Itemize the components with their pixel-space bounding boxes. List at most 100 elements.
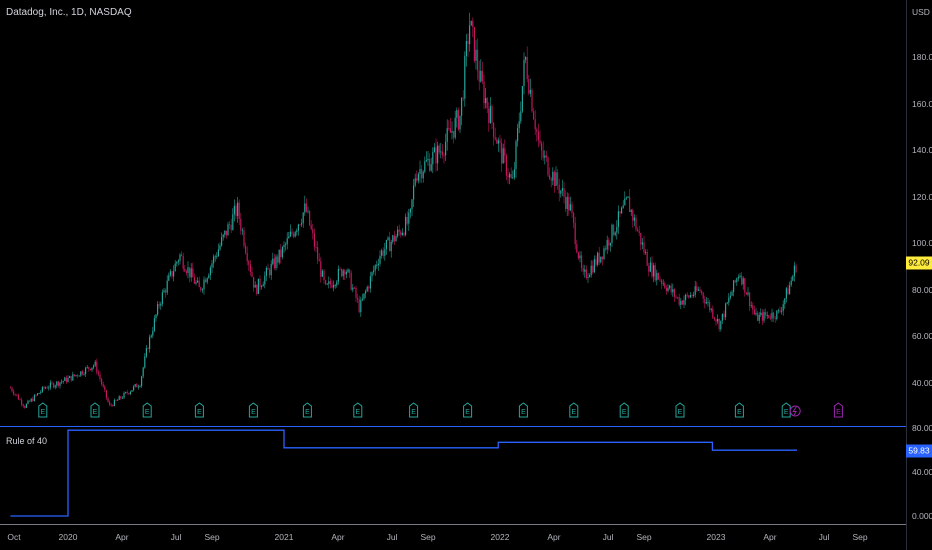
candle <box>795 265 797 273</box>
candle <box>632 210 634 221</box>
candle <box>131 390 133 392</box>
candle <box>144 356 146 368</box>
candle <box>461 97 463 116</box>
candle <box>462 97 464 99</box>
candle <box>729 295 731 298</box>
candle <box>593 259 595 273</box>
candle <box>537 131 539 141</box>
candle <box>275 256 277 269</box>
candle <box>61 381 63 383</box>
candle <box>86 367 88 368</box>
candle <box>438 145 440 153</box>
candle <box>669 285 671 288</box>
candle <box>53 383 55 388</box>
candle <box>253 276 255 288</box>
candle <box>41 386 43 392</box>
candle <box>558 184 560 194</box>
price-axis-tick: 80.00 <box>912 284 932 295</box>
candle <box>83 374 85 375</box>
price-chart[interactable]: EEEEEEEEEEEEEEEE <box>0 0 906 524</box>
candle <box>320 261 322 277</box>
candle <box>360 300 362 313</box>
candle <box>38 393 40 394</box>
candle <box>494 137 496 140</box>
earnings-icon-label: E <box>411 409 416 416</box>
candle <box>272 258 274 264</box>
candle <box>704 298 706 304</box>
candle <box>521 85 523 112</box>
candle <box>774 318 776 320</box>
candle <box>701 290 703 293</box>
candle <box>643 242 645 253</box>
candle <box>715 319 717 322</box>
candle <box>720 320 722 330</box>
candle <box>576 244 578 253</box>
candle <box>470 20 472 26</box>
candle <box>214 256 216 258</box>
candle <box>133 386 135 391</box>
price-axis-tick: 180.00 <box>912 52 932 62</box>
candle <box>254 285 256 288</box>
candle <box>422 171 424 179</box>
candle <box>192 268 194 278</box>
candle <box>302 212 304 224</box>
candle <box>531 90 533 112</box>
candle <box>309 210 311 226</box>
candle <box>382 250 384 256</box>
candle <box>334 285 336 287</box>
candle <box>264 275 266 285</box>
candle <box>437 145 439 164</box>
candle <box>281 247 283 258</box>
earnings-icon-label: E <box>622 409 627 416</box>
candle <box>552 171 554 181</box>
candle <box>101 379 103 385</box>
candle <box>528 79 530 94</box>
candle <box>707 301 709 303</box>
candle <box>113 399 115 406</box>
candle <box>683 300 685 305</box>
candle <box>672 289 674 293</box>
candle <box>520 111 522 122</box>
candle <box>446 128 448 142</box>
candle <box>117 399 119 401</box>
candle <box>283 245 285 248</box>
candle <box>361 298 363 301</box>
candle <box>710 308 712 310</box>
candle <box>206 278 208 283</box>
candle <box>760 312 762 315</box>
candle <box>600 256 602 263</box>
candle <box>541 143 543 151</box>
candle <box>557 172 559 185</box>
candle <box>545 155 547 158</box>
time-axis-border <box>0 524 906 525</box>
price-axis-tick: 140.00 <box>912 145 932 156</box>
upcoming-earnings-icon-label: E <box>836 409 841 416</box>
candle <box>497 140 499 144</box>
candle <box>345 272 347 275</box>
candle <box>369 276 371 289</box>
candle <box>789 285 791 295</box>
candle <box>433 147 435 153</box>
candle <box>213 256 215 264</box>
candle <box>526 56 528 80</box>
candle <box>449 128 451 133</box>
candle <box>37 393 39 396</box>
candle <box>278 249 280 263</box>
candle <box>70 376 72 381</box>
candle <box>219 245 221 250</box>
split-icon[interactable] <box>789 405 801 417</box>
candle <box>296 230 298 233</box>
candle <box>54 385 56 388</box>
candle <box>539 140 541 144</box>
candle <box>257 278 259 294</box>
candle <box>745 292 747 295</box>
candle <box>440 151 442 153</box>
candle <box>493 122 495 138</box>
candle <box>670 285 672 293</box>
candle <box>509 174 511 178</box>
earnings-icon-label: E <box>678 409 683 416</box>
candle <box>401 232 403 236</box>
candle <box>105 390 107 398</box>
candle <box>80 371 82 376</box>
candle <box>141 376 143 387</box>
